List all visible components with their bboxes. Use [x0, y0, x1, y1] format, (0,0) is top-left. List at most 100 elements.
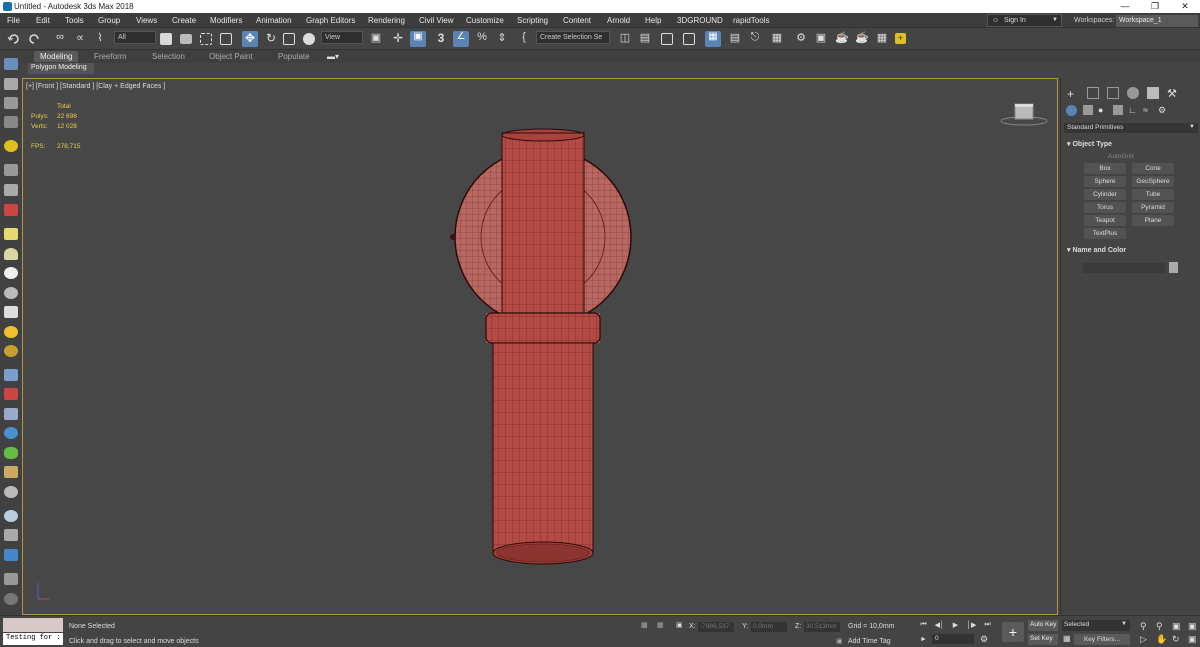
- plane-button[interactable]: Plane: [1132, 215, 1174, 226]
- menu-civil-view[interactable]: Civil View: [419, 16, 454, 25]
- coord-z-input[interactable]: 30,513mm: [804, 622, 840, 632]
- tab-modeling[interactable]: Modeling: [34, 51, 79, 62]
- named-selection-set-dropdown[interactable]: Create Selection Se: [536, 31, 610, 44]
- cone-button[interactable]: Cone: [1132, 163, 1174, 174]
- motion-tab-icon[interactable]: [1127, 87, 1139, 99]
- rendered-frame-window-icon[interactable]: ▣: [813, 31, 829, 47]
- paint-icon[interactable]: [4, 388, 18, 400]
- rectangular-selection-icon[interactable]: [200, 33, 212, 45]
- tab-freeform[interactable]: Freeform: [94, 52, 126, 61]
- utilities-tab-icon[interactable]: ⚒: [1167, 87, 1179, 100]
- sun-icon[interactable]: [4, 326, 18, 338]
- menu-file[interactable]: File: [7, 16, 20, 25]
- coord-y-input[interactable]: 0,0mm: [751, 622, 787, 632]
- key-filters-button[interactable]: Key Filters...: [1074, 634, 1130, 645]
- undo-redo-icons[interactable]: [7, 32, 41, 46]
- select-object-icon[interactable]: [160, 33, 172, 45]
- menu-tools[interactable]: Tools: [65, 16, 84, 25]
- category-dropdown[interactable]: Standard Primitives ▼: [1064, 123, 1198, 133]
- systems-icon[interactable]: ⚙: [1158, 105, 1166, 116]
- menu-group[interactable]: Group: [98, 16, 120, 25]
- helpers-icon[interactable]: ∟: [1128, 105, 1137, 115]
- isolate-icon[interactable]: ▦: [657, 621, 664, 629]
- object-name-input[interactable]: [1083, 263, 1165, 273]
- lock-icon[interactable]: ▩: [641, 621, 648, 629]
- menu-graph-editors[interactable]: Graph Editors: [306, 16, 355, 25]
- select-and-rotate-icon[interactable]: ↻: [263, 31, 279, 47]
- viewport-layouts-icon[interactable]: [4, 58, 18, 70]
- textplus-button[interactable]: TextPlus: [1084, 228, 1126, 239]
- schematic-view-icon[interactable]: ⎋: [747, 31, 763, 47]
- teapot-button[interactable]: Teapot: [1084, 215, 1126, 226]
- percent-snap-icon[interactable]: %: [474, 31, 490, 47]
- zoom-icon[interactable]: ⚲: [1140, 621, 1147, 632]
- target-icon[interactable]: [4, 486, 18, 498]
- go-to-start-icon[interactable]: ⏮: [918, 621, 929, 631]
- toggle-ribbon-icon[interactable]: ▦: [705, 31, 721, 47]
- material-editor-icon[interactable]: ▦: [769, 31, 785, 47]
- menu-content[interactable]: Content: [563, 16, 591, 25]
- key-tangent-icon[interactable]: ▦: [1063, 634, 1071, 643]
- tab-selection[interactable]: Selection: [152, 52, 185, 61]
- plane-icon[interactable]: [4, 228, 18, 240]
- help-icon[interactable]: [4, 593, 18, 605]
- lights-icon[interactable]: ●: [1098, 105, 1103, 115]
- minimize-button[interactable]: —: [1110, 0, 1140, 13]
- sign-in-button[interactable]: ☺ Sign In ▼: [987, 14, 1062, 27]
- maximize-viewport-icon[interactable]: ▣: [1188, 634, 1197, 645]
- set-key-button[interactable]: Set Key: [1028, 634, 1058, 645]
- menu-animation[interactable]: Animation: [256, 16, 292, 25]
- link-icon[interactable]: ∞: [52, 31, 68, 47]
- geometry-icon[interactable]: [1066, 105, 1077, 116]
- bone-icon[interactable]: [4, 184, 18, 196]
- ring-icon[interactable]: [4, 287, 18, 299]
- create-tab-icon[interactable]: +: [1067, 87, 1079, 101]
- document-icon[interactable]: [4, 529, 18, 541]
- list-icon[interactable]: [4, 116, 18, 128]
- menu-modifiers[interactable]: Modifiers: [210, 16, 242, 25]
- menu-rapidtools[interactable]: rapidTools: [733, 16, 769, 25]
- maxscript-listener[interactable]: [3, 618, 63, 632]
- hierarchy-tab-icon[interactable]: [1107, 87, 1119, 99]
- unlink-icon[interactable]: ∝: [72, 31, 88, 47]
- light-icon[interactable]: [4, 140, 18, 152]
- autogrid-checkbox[interactable]: AutoGrid: [1108, 153, 1134, 160]
- select-and-scale-icon[interactable]: [283, 33, 295, 45]
- shapes-icon[interactable]: [1083, 105, 1093, 115]
- character-icon[interactable]: [4, 408, 18, 420]
- close-button[interactable]: ✕: [1170, 0, 1200, 13]
- field-of-view-icon[interactable]: ▷: [1140, 634, 1147, 645]
- auto-key-button[interactable]: Auto Key: [1028, 620, 1058, 631]
- set-key-big-button[interactable]: +: [1002, 622, 1024, 642]
- viewcube[interactable]: [999, 101, 1049, 129]
- align-icon[interactable]: ▤: [637, 31, 653, 47]
- workspace-dropdown[interactable]: Workspace_1: [1116, 15, 1198, 27]
- sphere-button[interactable]: Sphere: [1084, 176, 1126, 187]
- layer-manager-icon[interactable]: [4, 97, 18, 109]
- camera-icon[interactable]: [4, 164, 18, 176]
- box-button[interactable]: Box: [1084, 163, 1126, 174]
- place-icon[interactable]: [303, 33, 315, 45]
- mixed-sphere-icon[interactable]: [4, 549, 18, 561]
- ribbon-polygon-modeling[interactable]: Polygon Modeling: [28, 63, 94, 74]
- geosphere-button[interactable]: GeoSphere: [1132, 176, 1174, 187]
- dome-icon[interactable]: [4, 248, 18, 260]
- tree-icon[interactable]: [4, 466, 18, 478]
- menu-edit[interactable]: Edit: [36, 16, 50, 25]
- play-icon[interactable]: ▶: [950, 621, 961, 631]
- menu-rendering[interactable]: Rendering: [368, 16, 405, 25]
- render-iterative-icon[interactable]: ☕: [854, 31, 870, 47]
- globe-icon[interactable]: [4, 427, 18, 439]
- foliage-icon[interactable]: [4, 447, 18, 459]
- spacewarps-icon[interactable]: ≈: [1143, 105, 1148, 115]
- pivot-icon[interactable]: ▣: [368, 31, 384, 47]
- coord-x-input[interactable]: -7986,537: [698, 622, 734, 632]
- named-selection-icon[interactable]: {: [516, 31, 532, 47]
- menu-views[interactable]: Views: [136, 16, 157, 25]
- time-config-icon[interactable]: ⚙: [980, 634, 988, 645]
- object-type-rollout-header[interactable]: ▾ Object Type: [1067, 140, 1112, 148]
- pan-icon[interactable]: ✋: [1156, 634, 1167, 645]
- bind-spacewarp-icon[interactable]: ⌇: [92, 31, 108, 47]
- tab-object-paint[interactable]: Object Paint: [209, 52, 253, 61]
- cylinder-button[interactable]: Cylinder: [1084, 189, 1126, 200]
